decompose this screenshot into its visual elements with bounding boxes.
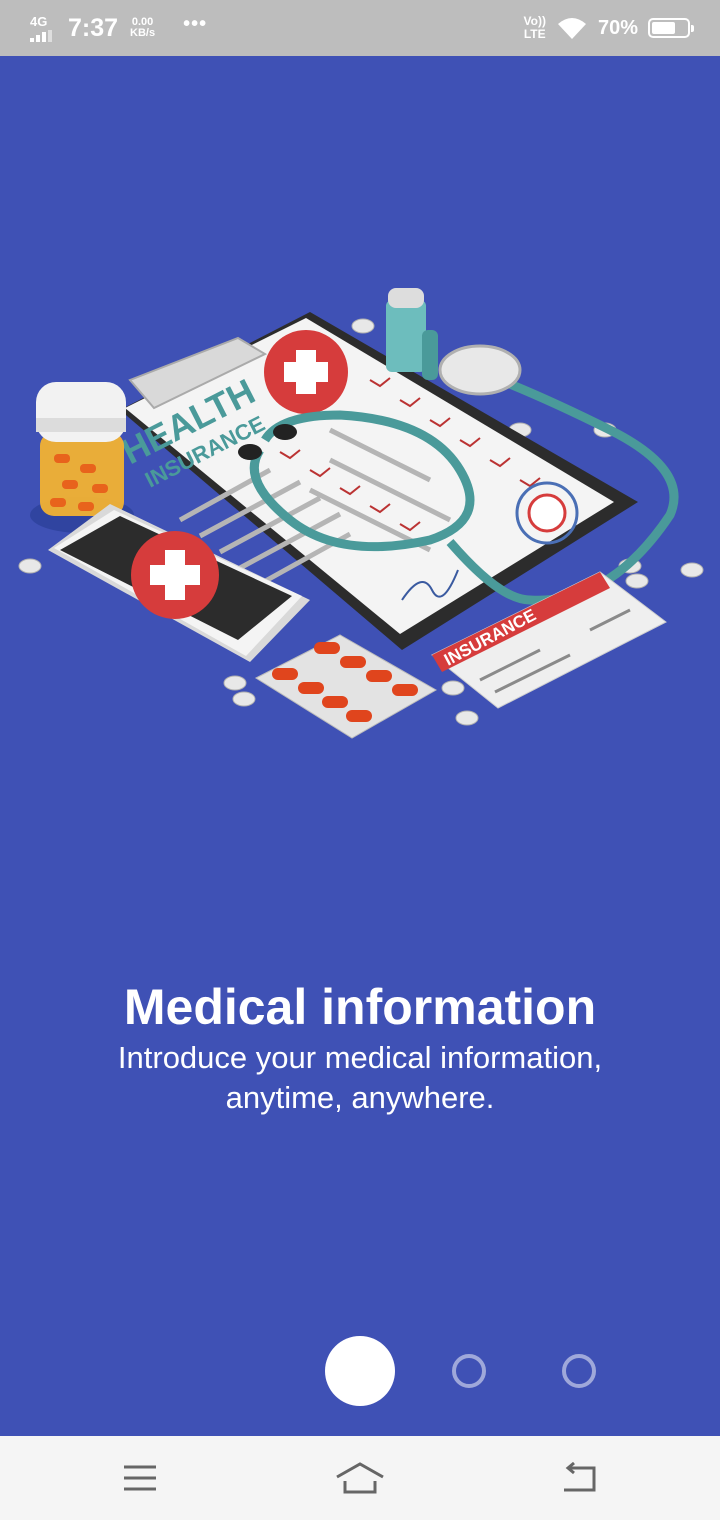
menu-icon bbox=[124, 1465, 156, 1491]
back-button[interactable] bbox=[550, 1456, 610, 1500]
clock: 7:37 bbox=[68, 13, 119, 42]
blister-pack-icon bbox=[254, 634, 438, 739]
status-bar: 4G 7:37 0.00 KB/s ••• Vo)) LTE 70% bbox=[0, 0, 720, 56]
page-dot-1[interactable] bbox=[325, 1336, 395, 1406]
battery-percent: 70% bbox=[597, 16, 638, 39]
more-notifications-icon: ••• bbox=[183, 12, 208, 35]
signal-icon: 4G bbox=[30, 15, 60, 42]
network-type: 4G bbox=[30, 13, 48, 29]
network-speed: 0.00 KB/s bbox=[130, 17, 155, 39]
battery-fill bbox=[652, 22, 675, 34]
volte-bottom: LTE bbox=[523, 27, 546, 41]
navigation-bar bbox=[0, 1436, 720, 1520]
medical-illustration: HEALTH INSURANCE INSURANCE bbox=[18, 288, 704, 739]
wifi-icon bbox=[557, 18, 586, 39]
status-right: Vo)) LTE 70% bbox=[524, 10, 694, 46]
status-left: 4G 7:37 0.00 KB/s ••• bbox=[30, 10, 207, 46]
home-icon bbox=[336, 1462, 384, 1494]
speed-unit: KB/s bbox=[130, 27, 156, 39]
menu-button[interactable] bbox=[110, 1456, 170, 1500]
page-dot-2[interactable] bbox=[452, 1354, 486, 1388]
back-icon bbox=[564, 1462, 596, 1492]
page-indicator bbox=[0, 1336, 720, 1406]
page-dot-3[interactable] bbox=[562, 1354, 596, 1388]
home-button[interactable] bbox=[330, 1456, 390, 1500]
onboarding-subtitle: Introduce your medical information, anyt… bbox=[117, 1040, 603, 1115]
onboarding-title: Medical information bbox=[123, 979, 597, 1035]
vial-icon bbox=[386, 288, 438, 380]
battery-icon bbox=[648, 18, 694, 38]
volte-indicator: Vo)) LTE bbox=[524, 15, 546, 41]
